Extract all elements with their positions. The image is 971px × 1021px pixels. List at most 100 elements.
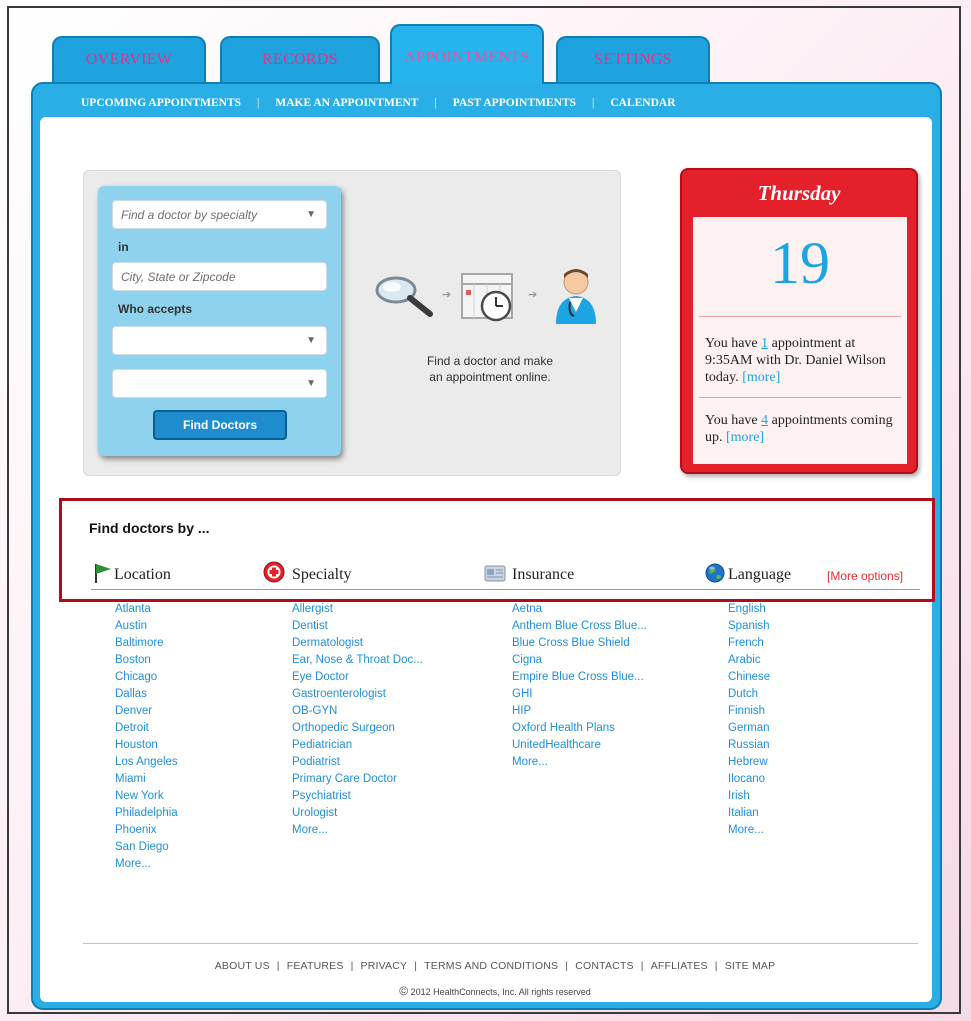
insurance-select-2[interactable]: ▼ bbox=[112, 369, 327, 398]
location-link[interactable]: New York bbox=[115, 788, 178, 805]
language-link[interactable]: French bbox=[728, 635, 770, 652]
subnav-make-appointment[interactable]: MAKE AN APPOINTMENT bbox=[275, 97, 418, 109]
subnav-calendar[interactable]: CALENDAR bbox=[610, 97, 675, 109]
language-link[interactable]: Italian bbox=[728, 805, 770, 822]
language-link[interactable]: English bbox=[728, 601, 770, 618]
arrow-right-icon: ➔ bbox=[442, 289, 452, 301]
category-specialty[interactable]: Specialty bbox=[292, 566, 352, 584]
language-link[interactable]: Ilocano bbox=[728, 771, 770, 788]
language-list: English Spanish French Arabic Chinese Dutch Fi… bbox=[728, 601, 770, 839]
insurance-link[interactable]: Blue Cross Blue Shield bbox=[512, 635, 647, 652]
footer-links: ABOUT US | FEATURES | PRIVACY | TERMS AND COND… bbox=[90, 960, 900, 972]
language-link[interactable]: Chinese bbox=[728, 669, 770, 686]
footer-separator: | bbox=[714, 960, 718, 972]
category-language[interactable]: Language bbox=[728, 566, 791, 584]
specialty-link[interactable]: Podiatrist bbox=[292, 754, 423, 771]
location-link[interactable]: Miami bbox=[115, 771, 178, 788]
specialty-link[interactable]: Eye Doctor bbox=[292, 669, 423, 686]
specialty-placeholder: Find a doctor by specialty bbox=[121, 208, 258, 222]
language-link[interactable]: More... bbox=[728, 822, 770, 839]
footer-separator: | bbox=[350, 960, 354, 972]
location-link[interactable]: Los Angeles bbox=[115, 754, 178, 771]
magnifier-icon bbox=[375, 276, 433, 317]
calendar-day: Thursday bbox=[757, 181, 841, 205]
flag-icon bbox=[95, 564, 111, 583]
insurance-link[interactable]: Aetna bbox=[512, 601, 647, 618]
specialty-link[interactable]: Allergist bbox=[292, 601, 423, 618]
insurance-link[interactable]: Cigna bbox=[512, 652, 647, 669]
location-link[interactable]: Dallas bbox=[115, 686, 178, 703]
language-link[interactable]: Dutch bbox=[728, 686, 770, 703]
find-doctors-button[interactable]: Find Doctors bbox=[153, 410, 287, 440]
specialty-link[interactable]: More... bbox=[292, 822, 423, 839]
sub-navigation: UPCOMING APPOINTMENTS | MAKE AN APPOINTM… bbox=[31, 90, 942, 116]
footer-link[interactable]: SITE MAP bbox=[725, 960, 776, 972]
location-link[interactable]: Atlanta bbox=[115, 601, 178, 618]
language-link[interactable]: Finnish bbox=[728, 703, 770, 720]
language-link[interactable]: Arabic bbox=[728, 652, 770, 669]
insurance-card-icon bbox=[484, 565, 506, 582]
tab-appointments[interactable]: APPOINTMENTS bbox=[390, 24, 544, 84]
language-link[interactable]: German bbox=[728, 720, 770, 737]
message-text: You have bbox=[705, 336, 762, 351]
location-link[interactable]: Phoenix bbox=[115, 822, 178, 839]
more-options-link[interactable]: [More options] bbox=[827, 569, 903, 583]
location-link[interactable]: San Diego bbox=[115, 839, 178, 856]
location-link[interactable]: More... bbox=[115, 856, 178, 873]
insurance-link[interactable]: GHI bbox=[512, 686, 647, 703]
category-insurance[interactable]: Insurance bbox=[512, 566, 574, 584]
footer-link[interactable]: AFFLIATES bbox=[651, 960, 708, 972]
specialty-select[interactable]: Find a doctor by specialty ▼ bbox=[112, 200, 327, 229]
location-link[interactable]: Chicago bbox=[115, 669, 178, 686]
location-link[interactable]: Houston bbox=[115, 737, 178, 754]
specialty-link[interactable]: Dermatologist bbox=[292, 635, 423, 652]
location-placeholder: City, State or Zipcode bbox=[121, 270, 236, 284]
subnav-separator: | bbox=[592, 97, 595, 109]
today-appointment-text: You have 1 appointment at 9:35AM with Dr… bbox=[705, 335, 901, 386]
language-link[interactable]: Russian bbox=[728, 737, 770, 754]
insurance-link[interactable]: More... bbox=[512, 754, 647, 771]
location-link[interactable]: Baltimore bbox=[115, 635, 178, 652]
location-link[interactable]: Denver bbox=[115, 703, 178, 720]
subnav-past-appointments[interactable]: PAST APPOINTMENTS bbox=[453, 97, 576, 109]
location-link[interactable]: Austin bbox=[115, 618, 178, 635]
insurance-select-1[interactable]: ▼ bbox=[112, 326, 327, 355]
specialty-link[interactable]: Gastroenterologist bbox=[292, 686, 423, 703]
more-link[interactable]: [more] bbox=[726, 430, 764, 445]
specialty-link[interactable]: Urologist bbox=[292, 805, 423, 822]
footer-link[interactable]: TERMS AND CONDITIONS bbox=[424, 960, 558, 972]
category-location[interactable]: Location bbox=[114, 566, 171, 584]
footer-link[interactable]: CONTACTS bbox=[575, 960, 634, 972]
insurance-link[interactable]: Anthem Blue Cross Blue... bbox=[512, 618, 647, 635]
footer-link[interactable]: PRIVACY bbox=[361, 960, 408, 972]
location-link[interactable]: Boston bbox=[115, 652, 178, 669]
location-input[interactable]: City, State or Zipcode bbox=[112, 262, 327, 291]
specialty-link[interactable]: Orthopedic Surgeon bbox=[292, 720, 423, 737]
divider bbox=[699, 316, 901, 317]
find-doctors-by-highlight bbox=[59, 498, 935, 602]
subnav-upcoming-appointments[interactable]: UPCOMING APPOINTMENTS bbox=[81, 97, 241, 109]
specialty-link[interactable]: Primary Care Doctor bbox=[292, 771, 423, 788]
footer-link[interactable]: FEATURES bbox=[287, 960, 344, 972]
location-link[interactable]: Detroit bbox=[115, 720, 178, 737]
insurance-link[interactable]: Oxford Health Plans bbox=[512, 720, 647, 737]
language-link[interactable]: Spanish bbox=[728, 618, 770, 635]
footer-separator: | bbox=[565, 960, 569, 972]
specialty-link[interactable]: Psychiatrist bbox=[292, 788, 423, 805]
specialty-link[interactable]: Pediatrician bbox=[292, 737, 423, 754]
more-link[interactable]: [more] bbox=[742, 370, 780, 385]
steps-caption-line-2: an appointment online. bbox=[429, 370, 551, 384]
copyright: © 2012 HealthConnects, Inc. All rights r… bbox=[90, 984, 900, 998]
insurance-link[interactable]: HIP bbox=[512, 703, 647, 720]
specialty-link[interactable]: Ear, Nose & Throat Doc... bbox=[292, 652, 423, 669]
language-link[interactable]: Irish bbox=[728, 788, 770, 805]
language-link[interactable]: Hebrew bbox=[728, 754, 770, 771]
footer-link[interactable]: ABOUT US bbox=[215, 960, 270, 972]
arrow-right-icon: ➔ bbox=[528, 289, 538, 301]
copyright-icon: © bbox=[399, 984, 409, 998]
specialty-link[interactable]: Dentist bbox=[292, 618, 423, 635]
insurance-link[interactable]: Empire Blue Cross Blue... bbox=[512, 669, 647, 686]
specialty-link[interactable]: OB-GYN bbox=[292, 703, 423, 720]
location-link[interactable]: Philadelphia bbox=[115, 805, 178, 822]
insurance-link[interactable]: UnitedHealthcare bbox=[512, 737, 647, 754]
